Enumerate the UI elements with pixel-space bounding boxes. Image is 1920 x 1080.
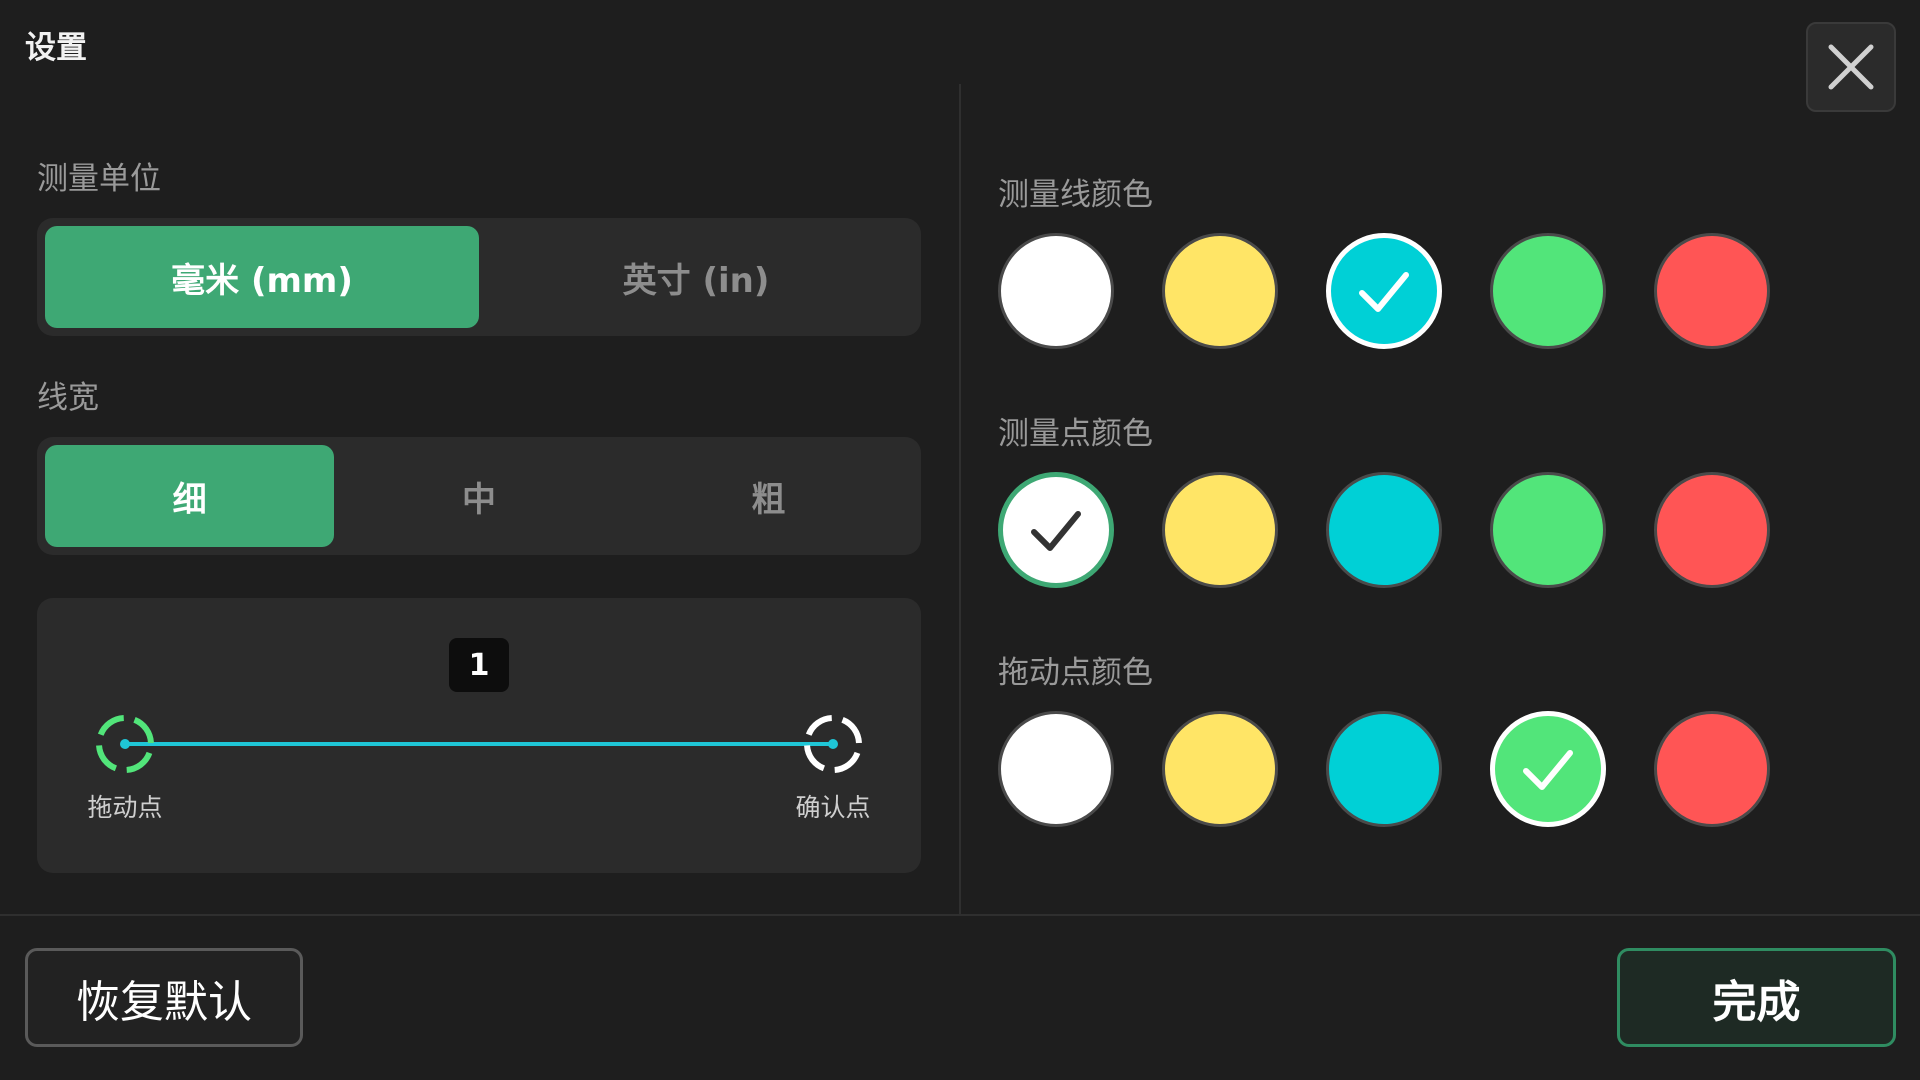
drag-color-yellow[interactable]	[1162, 711, 1278, 827]
point-color-white[interactable]	[998, 472, 1114, 588]
line-width-thick[interactable]: 粗	[624, 445, 913, 547]
preview-line	[125, 742, 835, 746]
confirm-point-icon	[804, 715, 862, 773]
line-color-green[interactable]	[1490, 233, 1606, 349]
horizontal-divider	[0, 914, 1920, 916]
drag-color-label: 拖动点颜色	[998, 655, 1153, 691]
units-segmented-control: 毫米 (mm) 英寸 (in)	[37, 218, 921, 336]
drag-point-label: 拖动点	[87, 793, 163, 822]
line-width-medium[interactable]: 中	[334, 445, 623, 547]
line-preview-panel: 1 拖动点 确认点	[37, 598, 921, 873]
confirm-point-label: 确认点	[795, 793, 871, 822]
vertical-divider	[959, 84, 961, 914]
drag-color-white[interactable]	[998, 711, 1114, 827]
drag-point-icon	[96, 715, 154, 773]
checkmark-icon	[1031, 511, 1081, 551]
line-color-yellow[interactable]	[1162, 233, 1278, 349]
line-color-label: 测量线颜色	[998, 177, 1153, 213]
done-button[interactable]: 完成	[1617, 948, 1896, 1047]
reset-defaults-button[interactable]: 恢复默认	[25, 948, 303, 1047]
point-color-green[interactable]	[1490, 472, 1606, 588]
close-icon	[1828, 44, 1874, 90]
checkmark-icon	[1359, 272, 1409, 312]
drag-color-green[interactable]	[1490, 711, 1606, 827]
drag-color-red[interactable]	[1654, 711, 1770, 827]
line-color-white[interactable]	[998, 233, 1114, 349]
line-width-value-badge: 1	[449, 638, 509, 692]
point-color-yellow[interactable]	[1162, 472, 1278, 588]
line-color-row	[998, 233, 1770, 349]
close-button[interactable]	[1806, 22, 1896, 112]
line-width-thin[interactable]: 细	[45, 445, 335, 547]
point-color-cyan[interactable]	[1326, 472, 1442, 588]
line-width-segmented-control: 细 中 粗	[37, 437, 921, 555]
point-color-red[interactable]	[1654, 472, 1770, 588]
unit-option-mm[interactable]: 毫米 (mm)	[45, 226, 479, 328]
point-color-label: 测量点颜色	[998, 416, 1153, 452]
line-color-cyan[interactable]	[1326, 233, 1442, 349]
line-color-red[interactable]	[1654, 233, 1770, 349]
units-label: 测量单位	[37, 161, 161, 197]
drag-color-cyan[interactable]	[1326, 711, 1442, 827]
point-color-row	[998, 472, 1770, 588]
drag-color-row	[998, 711, 1770, 827]
unit-option-in[interactable]: 英寸 (in)	[479, 226, 913, 328]
checkmark-icon	[1523, 750, 1573, 790]
line-width-label: 线宽	[37, 380, 99, 416]
settings-title: 设置	[25, 30, 87, 66]
